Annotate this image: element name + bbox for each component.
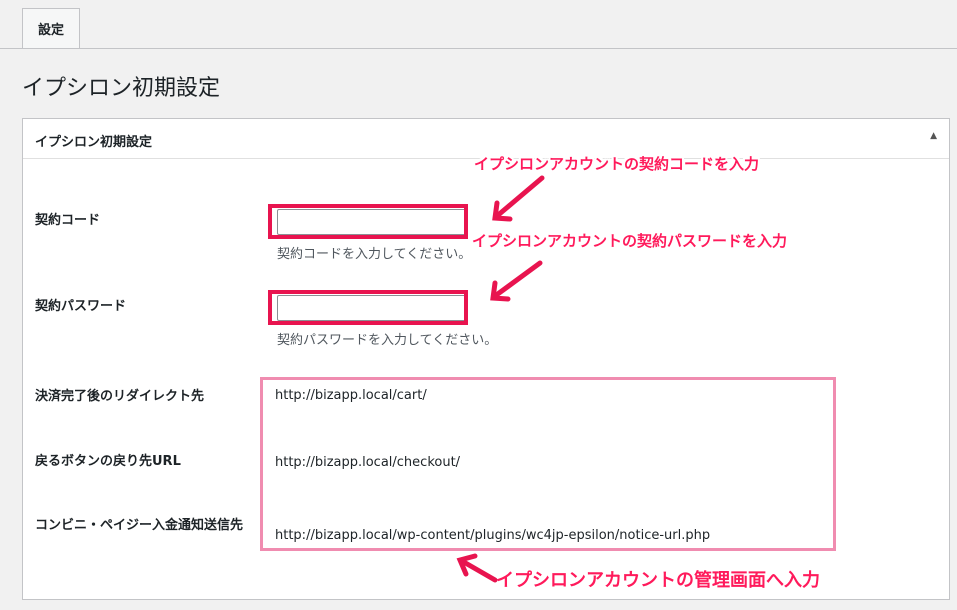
redirect-url-label: 決済完了後のリダイレクト先 — [35, 389, 205, 404]
notice-url-value: http://bizapp.local/wp-content/plugins/w… — [275, 528, 711, 543]
contract-code-input[interactable] — [277, 209, 467, 235]
contract-code-label: 契約コード — [35, 213, 101, 228]
contract-code-description: 契約コードを入力してください。 — [277, 247, 472, 262]
back-url-value: http://bizapp.local/checkout/ — [275, 455, 461, 470]
tab-settings[interactable]: 設定 — [22, 8, 80, 48]
panel-title: イプシロン初期設定 — [35, 135, 153, 150]
tab-bar: 設定 — [0, 0, 957, 49]
contract-password-input[interactable] — [277, 295, 467, 321]
page-title: イプシロン初期設定 — [22, 76, 221, 101]
redirect-url-value: http://bizapp.local/cart/ — [275, 388, 427, 403]
triangle-up-icon[interactable]: ▲ — [930, 131, 937, 141]
contract-password-label: 契約パスワード — [35, 299, 127, 314]
password-annotation: イプシロンアカウントの契約パスワードを入力 — [472, 232, 788, 250]
back-url-label: 戻るボタンの戻り先URL — [35, 454, 181, 469]
settings-panel: イプシロン初期設定 ▲ 契約コード 契約コードを入力してください。 契約パスワー… — [22, 118, 950, 600]
code-annotation: イプシロンアカウントの契約コードを入力 — [474, 155, 760, 173]
notice-url-label: コンビニ・ペイジー入金通知送信先 — [35, 518, 244, 533]
admin-annotation: イプシロンアカウントの管理画面へ入力 — [496, 570, 820, 591]
contract-password-description: 契約パスワードを入力してください。 — [277, 333, 498, 348]
